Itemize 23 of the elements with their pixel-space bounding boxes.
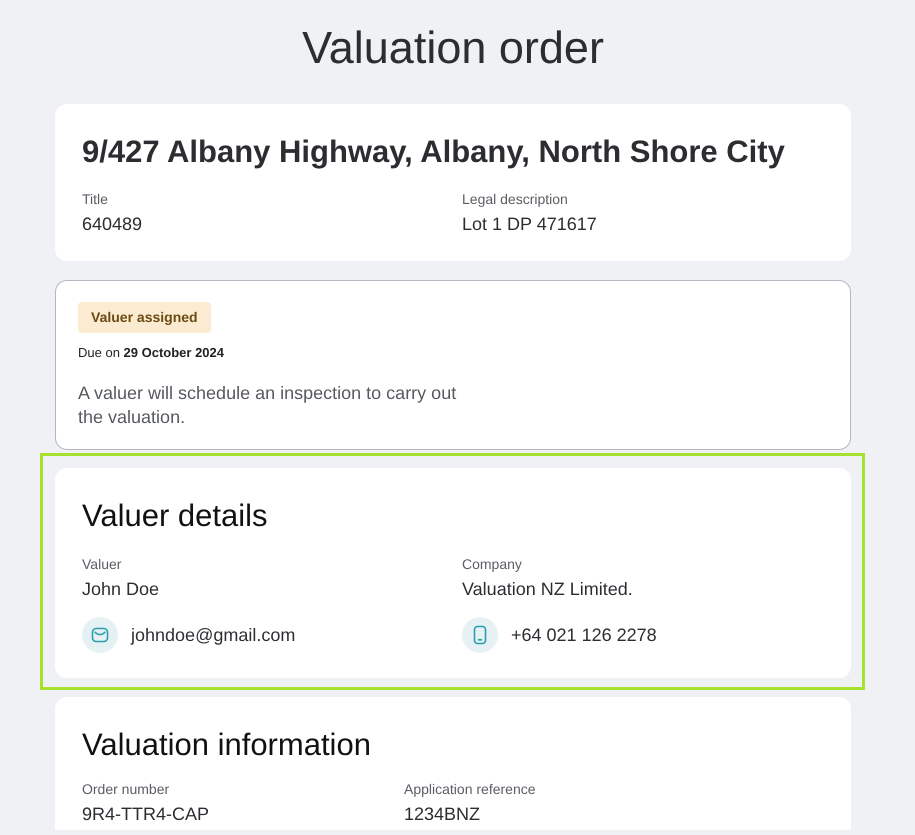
field-label: Legal description	[462, 190, 568, 209]
status-badge: Valuer assigned	[78, 302, 211, 333]
phone-icon	[462, 617, 498, 653]
field-value: 640489	[82, 213, 142, 236]
field-value: John Doe	[82, 578, 160, 601]
status-message: A valuer will schedule an inspection to carry out the valuation.	[78, 382, 458, 429]
field-value: 1234BNZ	[404, 803, 480, 826]
field-label: Company	[462, 555, 522, 574]
field-label: Valuer	[82, 555, 122, 574]
field-value: 9R4-TTR4-CAP	[82, 803, 210, 826]
property-address: 9/427 Albany Highway, Albany, North Shore City	[82, 133, 785, 171]
envelope-icon	[82, 617, 118, 653]
page-title: Valuation order	[302, 21, 604, 75]
field-label: Application reference	[404, 780, 536, 799]
phone-number: +64 021 126 2278	[511, 624, 657, 647]
email-address: johndoe@gmail.com	[131, 624, 296, 647]
field-value: Lot 1 DP 471617	[462, 213, 597, 236]
field-label: Title	[82, 190, 108, 209]
section-heading: Valuation information	[82, 726, 371, 764]
section-heading: Valuer details	[82, 497, 268, 535]
field-value: Valuation NZ Limited.	[462, 578, 633, 601]
due-date-text: Due on 29 October 2024	[78, 344, 224, 362]
field-label: Order number	[82, 780, 170, 799]
